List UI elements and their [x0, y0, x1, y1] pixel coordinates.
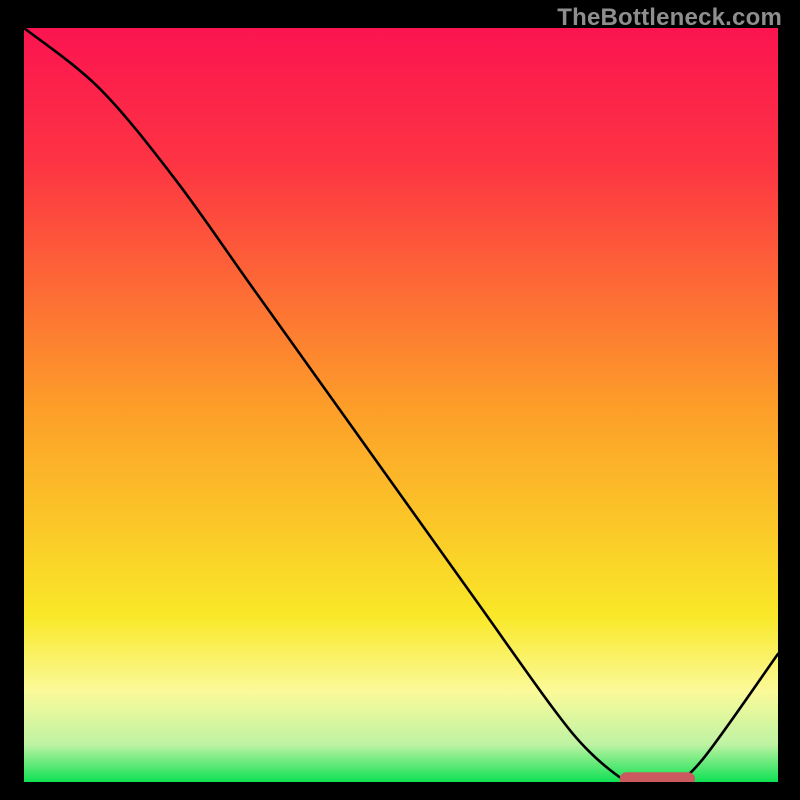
- gradient-bg: [24, 28, 778, 782]
- chart-canvas: [24, 28, 778, 782]
- chart-frame: TheBottleneck.com: [0, 0, 800, 800]
- optimum-marker: [620, 772, 695, 782]
